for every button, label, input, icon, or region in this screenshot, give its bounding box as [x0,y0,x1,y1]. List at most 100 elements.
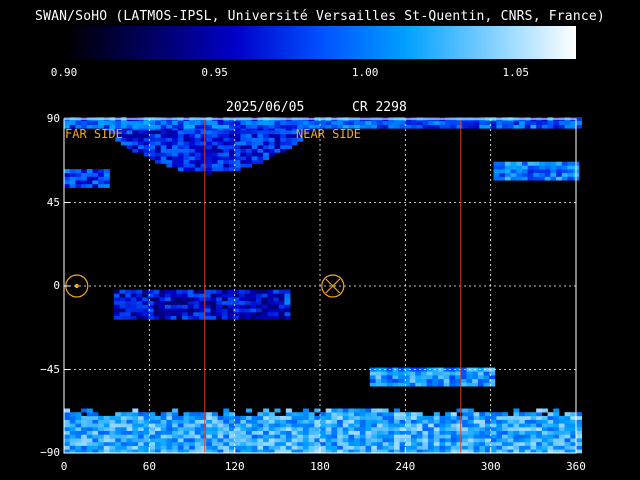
intensity-cell [443,375,450,380]
intensity-cell [388,430,395,435]
intensity-cell [285,415,292,420]
intensity-cell [263,441,270,446]
intensity-cell [519,427,526,431]
intensity-cell [166,445,173,450]
intensity-cell [200,141,207,146]
intensity-cell [211,163,218,168]
intensity-cell [564,445,571,450]
intensity-cell [159,315,166,320]
intensity-cell [172,408,179,413]
intensity-cell [189,434,196,439]
intensity-cell [564,419,571,424]
intensity-cell [263,430,270,435]
intensity-cell [416,441,423,446]
intensity-cell [285,120,292,125]
intensity-cell [422,434,429,439]
intensity-cell [211,419,218,424]
intensity-cell [561,172,568,177]
intensity-cell [325,412,332,417]
intensity-cell [263,156,270,161]
intensity-cell [473,427,480,431]
intensity-cell [527,172,534,177]
intensity-cell [570,430,577,435]
intensity-cell [81,438,88,443]
intensity-cell [234,438,241,443]
intensity-cell [382,412,389,417]
intensity-cell [98,445,105,450]
intensity-cell [261,304,268,309]
intensity-cell [194,156,201,161]
y-tick-label: 90 [46,112,60,125]
intensity-cell [142,289,149,294]
intensity-cell [280,419,287,424]
intensity-cell [229,438,235,443]
intensity-cell [194,152,201,157]
intensity-cell [428,415,435,420]
intensity-cell [257,427,264,431]
intensity-cell [394,423,400,428]
intensity-cell [172,156,179,161]
intensity-cell [261,297,268,302]
intensity-cell [166,434,173,439]
intensity-cell [485,441,491,446]
intensity-cell [217,415,224,420]
intensity-cell [268,137,275,142]
intensity-cell [280,438,287,443]
intensity-cell [496,124,503,129]
intensity-cell [433,415,440,420]
intensity-cell [206,427,213,431]
intensity-cell [433,124,440,129]
intensity-cell [456,434,463,439]
intensity-cell [69,183,76,188]
intensity-cell [388,419,395,424]
intensity-cell [376,441,383,446]
intensity-cell [273,304,280,309]
sky-map-plot [63,117,582,454]
intensity-cell [233,304,240,309]
intensity-cell [278,308,285,313]
intensity-cell [359,423,366,428]
intensity-cell [450,430,457,435]
intensity-cell [473,445,480,450]
intensity-cell [416,124,423,129]
intensity-cell [530,441,537,446]
intensity-cell [223,434,230,439]
intensity-cell [240,141,247,146]
intensity-cell [206,124,213,129]
intensity-cell [499,172,506,177]
intensity-cell [211,423,218,428]
intensity-cell [297,441,304,446]
intensity-cell [550,169,557,174]
intensity-cell [382,124,389,129]
intensity-cell [69,441,76,446]
intensity-cell [443,378,450,383]
intensity-cell [81,169,88,174]
intensity-cell [251,430,258,435]
intensity-cell [160,415,167,420]
intensity-cell [244,304,251,309]
intensity-cell [234,434,241,439]
intensity-cell [81,120,88,125]
intensity-cell [75,176,82,181]
intensity-cell [170,293,177,298]
intensity-cell [147,312,154,316]
intensity-cell [166,130,173,135]
intensity-cell [189,133,196,138]
intensity-cell [64,169,70,174]
intensity-cell [229,430,235,435]
intensity-cell [176,289,183,294]
x-tick-label: 240 [395,460,416,473]
intensity-cell [388,120,395,125]
intensity-cell [365,423,372,428]
intensity-cell [403,382,410,387]
intensity-cell [187,293,194,298]
intensity-cell [187,315,194,320]
intensity-cell [176,315,183,320]
intensity-cell [240,415,247,420]
intensity-cell [177,145,184,149]
intensity-cell [81,172,88,177]
intensity-cell [257,412,264,417]
intensity-cell [359,419,366,424]
intensity-cell [132,438,139,443]
intensity-cell [547,419,554,424]
